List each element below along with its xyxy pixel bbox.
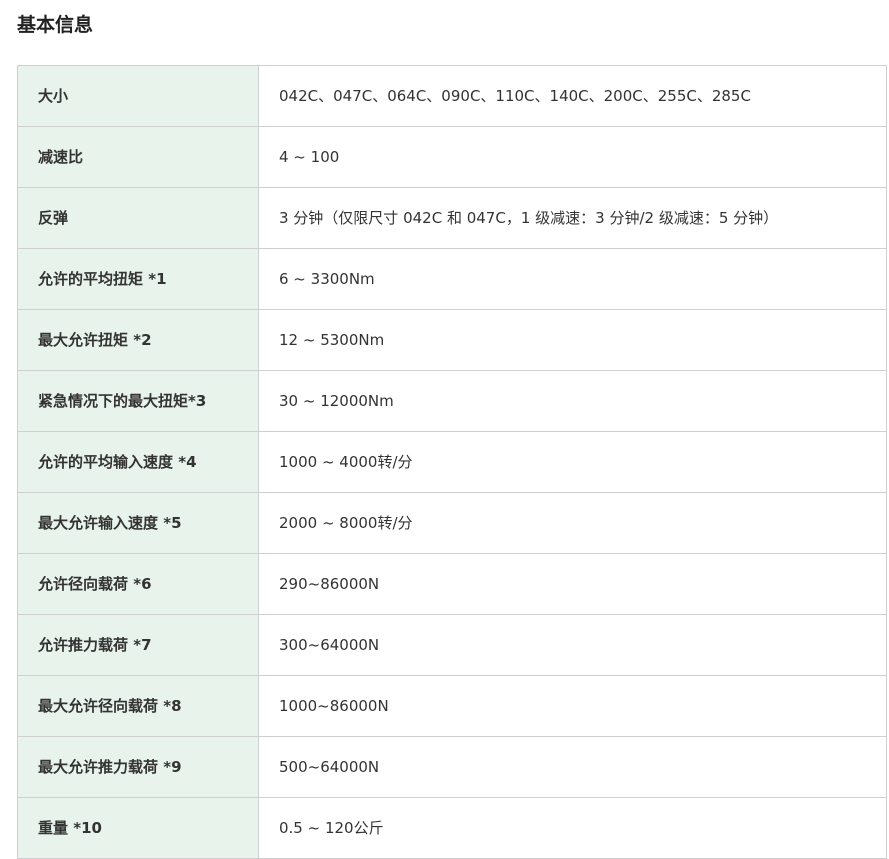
row-value: 1000 ~ 4000转/分 xyxy=(258,431,887,493)
table-row-thrust-load: 允许推力载荷 *7 300~64000N xyxy=(17,614,887,676)
page-title: 基本信息 xyxy=(17,14,94,36)
row-label: 允许的平均输入速度 *4 xyxy=(17,431,259,493)
row-value: 0.5 ~ 120公斤 xyxy=(258,797,887,859)
table-row-avg-torque: 允许的平均扭矩 *1 6 ~ 3300Nm xyxy=(17,248,887,310)
row-label: 允许推力载荷 *7 xyxy=(17,614,259,676)
row-value: 30 ~ 12000Nm xyxy=(258,370,887,432)
table-row-size: 大小 042C、047C、064C、090C、110C、140C、200C、25… xyxy=(17,65,887,127)
row-label: 最大允许输入速度 *5 xyxy=(17,492,259,554)
row-value: 300~64000N xyxy=(258,614,887,676)
table-row-max-input-speed: 最大允许输入速度 *5 2000 ~ 8000转/分 xyxy=(17,492,887,554)
table-row-backlash: 反弹 3 分钟（仅限尺寸 042C 和 047C，1 级减速：3 分钟/2 级减… xyxy=(17,187,887,249)
row-value: 6 ~ 3300Nm xyxy=(258,248,887,310)
row-label: 最大允许推力载荷 *9 xyxy=(17,736,259,798)
table-row-ratio: 减速比 4 ~ 100 xyxy=(17,126,887,188)
row-label: 最大允许扭矩 *2 xyxy=(17,309,259,371)
row-value: 1000~86000N xyxy=(258,675,887,737)
row-value: 4 ~ 100 xyxy=(258,126,887,188)
row-label: 重量 *10 xyxy=(17,797,259,859)
table-row-max-thrust-load: 最大允许推力载荷 *9 500~64000N xyxy=(17,736,887,798)
row-label: 大小 xyxy=(17,65,259,127)
row-label: 紧急情况下的最大扭矩*3 xyxy=(17,370,259,432)
row-value: 3 分钟（仅限尺寸 042C 和 047C，1 级减速：3 分钟/2 级减速：5… xyxy=(258,187,887,249)
row-value: 2000 ~ 8000转/分 xyxy=(258,492,887,554)
row-label: 减速比 xyxy=(17,126,259,188)
row-value: 12 ~ 5300Nm xyxy=(258,309,887,371)
row-value: 500~64000N xyxy=(258,736,887,798)
row-value: 290~86000N xyxy=(258,553,887,615)
table-row-weight: 重量 *10 0.5 ~ 120公斤 xyxy=(17,797,887,859)
table-row-radial-load: 允许径向载荷 *6 290~86000N xyxy=(17,553,887,615)
row-label: 最大允许径向载荷 *8 xyxy=(17,675,259,737)
row-value: 042C、047C、064C、090C、110C、140C、200C、255C、… xyxy=(258,65,887,127)
table-row-max-radial-load: 最大允许径向载荷 *8 1000~86000N xyxy=(17,675,887,737)
table-row-emergency-torque: 紧急情况下的最大扭矩*3 30 ~ 12000Nm xyxy=(17,370,887,432)
row-label: 允许径向载荷 *6 xyxy=(17,553,259,615)
row-label: 允许的平均扭矩 *1 xyxy=(17,248,259,310)
spec-table: 大小 042C、047C、064C、090C、110C、140C、200C、25… xyxy=(17,65,887,859)
table-row-max-torque: 最大允许扭矩 *2 12 ~ 5300Nm xyxy=(17,309,887,371)
row-label: 反弹 xyxy=(17,187,259,249)
table-row-avg-input-speed: 允许的平均输入速度 *4 1000 ~ 4000转/分 xyxy=(17,431,887,493)
